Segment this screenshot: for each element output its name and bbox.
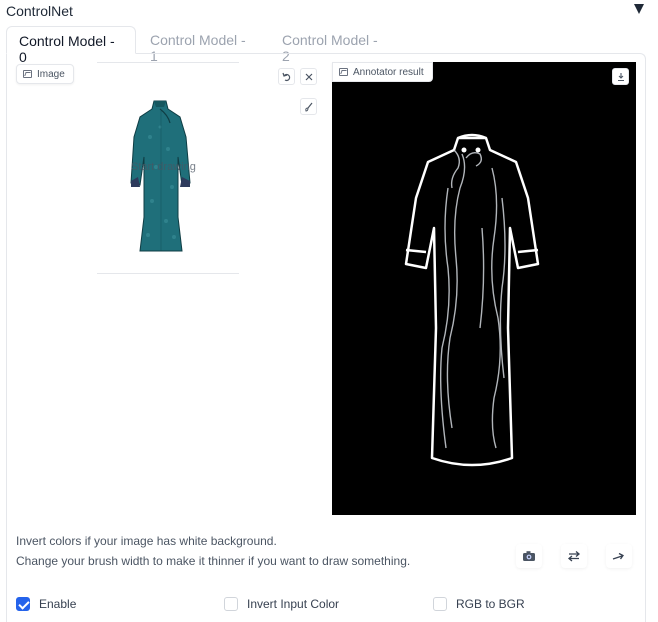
info-line-invert: Invert colors if your image has white ba… — [16, 534, 277, 548]
annotator-label: Annotator result — [353, 66, 424, 78]
tab-control-model-1[interactable]: Control Model - 1 — [138, 26, 264, 64]
swap-icon — [567, 551, 581, 562]
invert-label: Invert Input Color — [247, 597, 340, 611]
enable-label: Enable — [39, 597, 77, 611]
image-icon — [339, 68, 348, 76]
image-label-chip: Image — [16, 64, 74, 84]
annotator-result: Annotator result — [332, 62, 636, 515]
send-dimensions-button[interactable] — [606, 544, 632, 568]
rgb-to-bgr-checkbox[interactable] — [433, 597, 447, 611]
info-text: Invert colors if your image has white ba… — [16, 531, 410, 571]
info-line-brush: Change your brush width to make it thinn… — [16, 554, 411, 568]
camera-icon — [523, 551, 535, 561]
rgb-bgr-option[interactable]: RGB to BGR — [433, 595, 525, 613]
image-icon — [23, 70, 32, 78]
image-input[interactable]: Image Start drawing — [16, 62, 321, 282]
tab-control-model-2[interactable]: Control Model - 2 — [270, 26, 396, 64]
collapse-triangle-icon[interactable] — [634, 4, 644, 14]
swap-button[interactable] — [561, 544, 587, 568]
tab-control-model-0[interactable]: Control Model - 0 — [6, 26, 136, 65]
invert-input-color-checkbox[interactable] — [224, 597, 238, 611]
tab-panel: Image Start drawing Annotator result Inv… — [6, 53, 646, 622]
download-button[interactable] — [612, 68, 629, 85]
rgb-bgr-label: RGB to BGR — [456, 597, 525, 611]
enable-option[interactable]: Enable — [16, 595, 76, 613]
dress-edge-map — [404, 133, 540, 467]
undo-icon — [281, 72, 290, 81]
camera-button[interactable] — [516, 544, 542, 568]
dress-photo — [130, 100, 191, 252]
controlnet-header[interactable]: ControlNet — [6, 0, 652, 22]
section-title: ControlNet — [6, 3, 73, 19]
invert-option[interactable]: Invert Input Color — [224, 595, 339, 613]
enable-checkbox[interactable] — [16, 597, 30, 611]
clear-button[interactable] — [300, 68, 317, 85]
close-icon — [305, 73, 312, 80]
brush-button[interactable] — [300, 98, 317, 115]
download-icon — [617, 72, 624, 81]
brush-icon — [304, 102, 312, 112]
drawing-canvas[interactable]: Start drawing — [97, 62, 239, 274]
arrow-up-right-icon — [612, 552, 624, 560]
undo-button[interactable] — [278, 68, 295, 85]
image-label: Image — [37, 68, 65, 80]
start-drawing-hint: Start drawing — [131, 161, 196, 173]
model-tabs: Control Model - 0 Control Model - 1 Cont… — [6, 26, 646, 65]
annotator-label-chip: Annotator result — [332, 62, 433, 82]
